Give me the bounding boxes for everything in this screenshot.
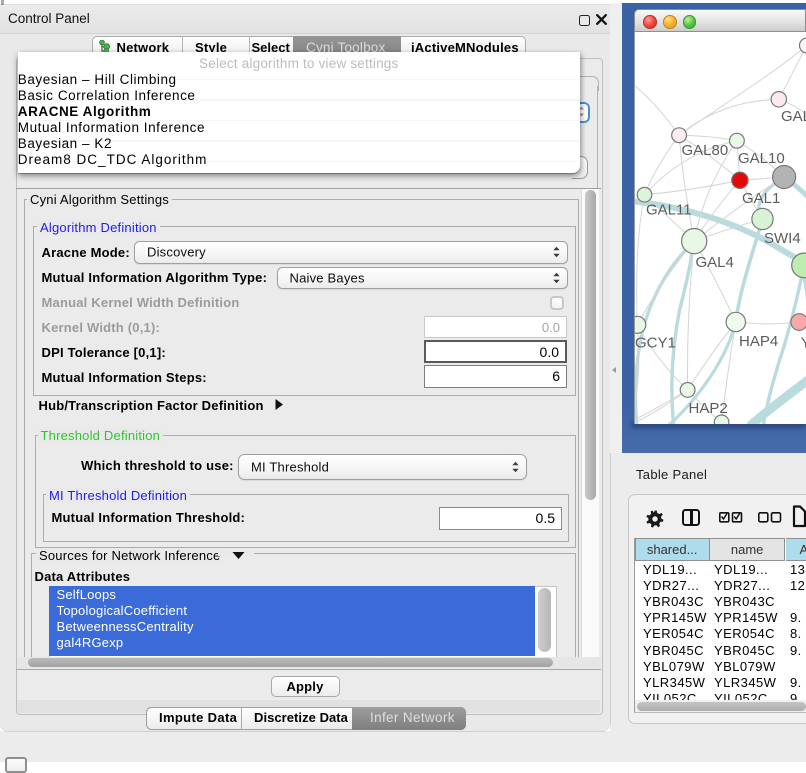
svg-text:GCY1: GCY1 bbox=[635, 334, 676, 351]
svg-text:GAL1: GAL1 bbox=[742, 190, 780, 207]
svg-text:GAL2: GAL2 bbox=[781, 108, 806, 125]
svg-text:HAP4: HAP4 bbox=[739, 333, 778, 350]
svg-text:HAP2: HAP2 bbox=[688, 400, 727, 417]
svg-text:GAL10: GAL10 bbox=[738, 150, 785, 167]
svg-text:GAL11: GAL11 bbox=[646, 201, 692, 218]
svg-text:YJ: YJ bbox=[800, 334, 806, 351]
svg-text:SWI4: SWI4 bbox=[764, 230, 801, 247]
svg-text:GAL80: GAL80 bbox=[681, 142, 728, 159]
svg-text:GAL4: GAL4 bbox=[695, 254, 733, 271]
